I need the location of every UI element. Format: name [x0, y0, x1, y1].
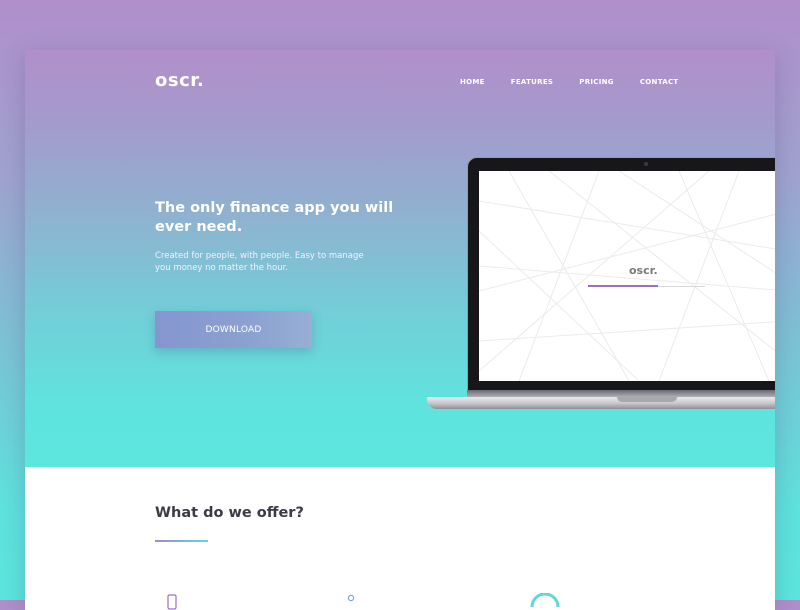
laptop-base: [427, 397, 775, 409]
page-frame: oscr. HOME FEATURES PRICING CONTACT The …: [25, 50, 775, 610]
hero-subtext: Created for people, with people. Easy to…: [155, 251, 364, 273]
offer-section: What do we offer?: [25, 467, 775, 610]
nav-contact[interactable]: CONTACT: [640, 78, 679, 86]
screen-line-pattern: [479, 171, 775, 381]
chart-icon: [530, 593, 560, 608]
hero-section: oscr. HOME FEATURES PRICING CONTACT The …: [25, 50, 775, 467]
main-nav: HOME FEATURES PRICING CONTACT: [460, 78, 704, 86]
loader-fill: [588, 285, 658, 287]
screen-logo: oscr.: [629, 264, 658, 277]
offer-title: What do we offer?: [155, 505, 304, 521]
laptop-lid: oscr.: [467, 157, 775, 391]
offer-underline: [155, 540, 208, 542]
laptop-mockup: oscr.: [427, 157, 775, 417]
phone-icon: [167, 594, 177, 610]
nav-pricing[interactable]: PRICING: [579, 78, 614, 86]
brand-logo[interactable]: oscr.: [155, 70, 204, 91]
camera-icon: [644, 162, 648, 166]
laptop-notch: [617, 397, 677, 402]
user-icon: [347, 594, 355, 602]
nav-home[interactable]: HOME: [460, 78, 485, 86]
hero-headline: The only finance app you will ever need.: [155, 200, 394, 235]
nav-features[interactable]: FEATURES: [511, 78, 554, 86]
laptop-screen: oscr.: [479, 171, 775, 381]
download-button[interactable]: DOWNLOAD: [155, 311, 312, 348]
